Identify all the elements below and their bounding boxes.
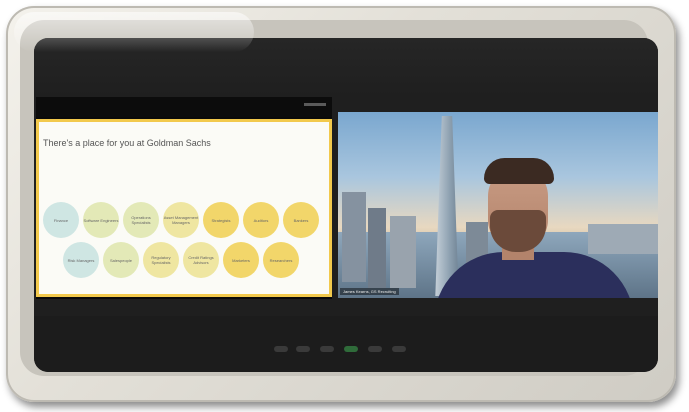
speaker-video[interactable]: James Kearns, GS Recruiting xyxy=(338,112,658,298)
building-3 xyxy=(390,216,416,288)
career-circle: Risk Managers xyxy=(63,242,99,278)
glass-glare xyxy=(14,12,254,52)
meeting-screen: There's a place for you at Goldman Sachs… xyxy=(34,38,658,372)
building-1 xyxy=(342,192,366,282)
career-circle: Marketers xyxy=(223,242,259,278)
screen-share-panel[interactable]: There's a place for you at Goldman Sachs… xyxy=(36,97,332,299)
speaker-hair xyxy=(484,158,554,184)
participant-name-tag: James Kearns, GS Recruiting xyxy=(340,288,399,295)
mute-button[interactable] xyxy=(274,346,288,352)
presentation-slide: There's a place for you at Goldman Sachs… xyxy=(36,119,332,297)
career-circle: Regulatory Specialists xyxy=(143,242,179,278)
participants-button[interactable] xyxy=(320,346,334,352)
career-circle: Finance xyxy=(43,202,79,238)
career-circle: Researchers xyxy=(263,242,299,278)
share-header-strip xyxy=(36,97,332,117)
career-circle: Asset Management Managers xyxy=(163,202,199,238)
share-indicator-icon xyxy=(304,103,326,106)
meeting-controls-bar xyxy=(34,316,658,372)
share-screen-button[interactable] xyxy=(344,346,358,352)
career-circle: Salespeople xyxy=(103,242,139,278)
chat-button[interactable] xyxy=(368,346,382,352)
career-circle: Auditors xyxy=(243,202,279,238)
video-button[interactable] xyxy=(296,346,310,352)
career-circle: Credit Ratings Advisors xyxy=(183,242,219,278)
skyscraper xyxy=(435,116,459,296)
slide-title: There's a place for you at Goldman Sachs xyxy=(43,138,211,148)
career-circle: Strategists xyxy=(203,202,239,238)
career-circle: Bankers xyxy=(283,202,319,238)
career-circle: Software Engineers xyxy=(83,202,119,238)
building-2 xyxy=(368,208,386,288)
skyline-right xyxy=(588,224,658,254)
record-button[interactable] xyxy=(392,346,406,352)
career-circle: Operations Specialists xyxy=(123,202,159,238)
